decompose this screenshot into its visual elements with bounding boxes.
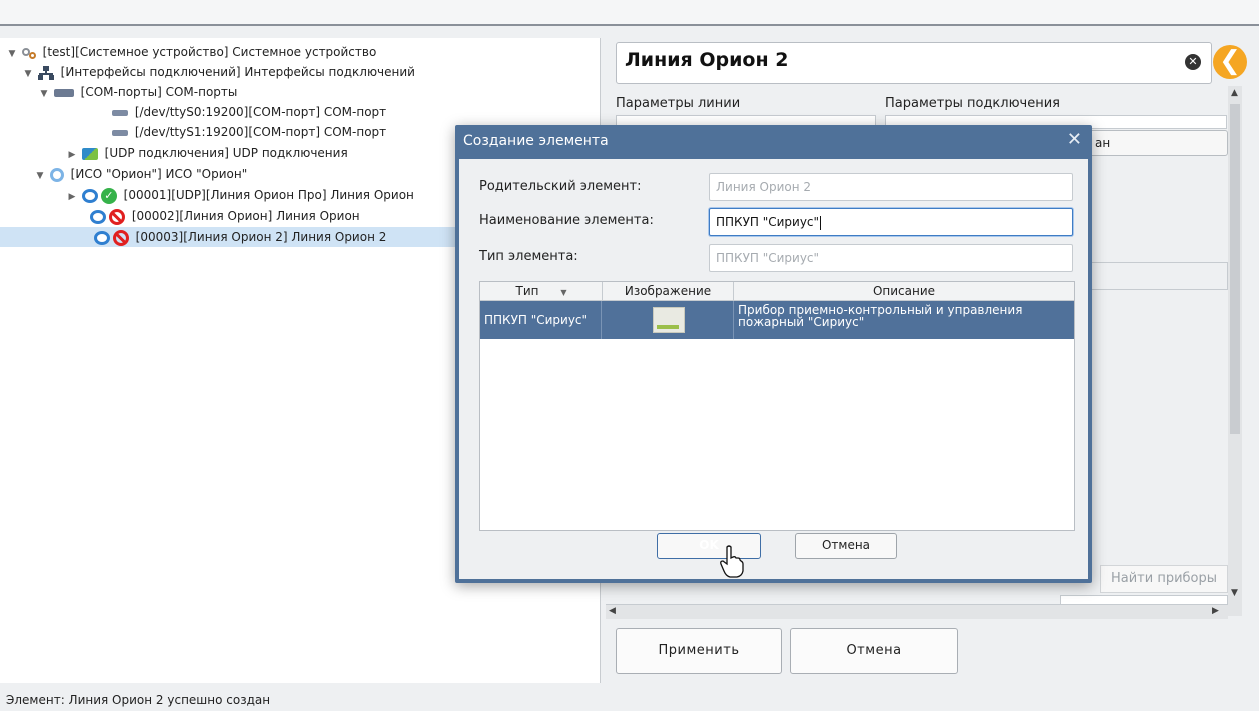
horizontal-scrollbar[interactable]: ◀ ▶ (606, 604, 1228, 619)
parent-value: Линия Орион 2 (716, 180, 811, 194)
tree-item-com-ports[interactable]: ▼ [COM-порты] COM-порты (38, 82, 238, 104)
device-image-icon (653, 307, 685, 333)
scroll-down-icon[interactable]: ▼ (1231, 588, 1238, 598)
expand-arrow-icon[interactable]: ▼ (6, 44, 18, 64)
tree-item-line-00002[interactable]: [00002][Линия Орион] Линия Орион (90, 206, 360, 226)
collapsed-arrow-icon[interactable]: ▶ (66, 145, 78, 165)
type-label: Тип элемента: (479, 249, 578, 264)
column-header-description[interactable]: Описание (734, 282, 1074, 301)
type-field: ППКУП "Сириус" (709, 244, 1073, 272)
tree-item-system-device[interactable]: ▼ [test][Системное устройство] Системное… (6, 42, 377, 64)
tree-item-iso-orion[interactable]: ▼ [ИСО "Орион"] ИСО "Орион" (34, 164, 247, 184)
orion-icon (49, 167, 64, 182)
right-fieldset (1088, 262, 1228, 290)
tree-item-label: [UDP подключения] UDP подключения (104, 146, 348, 160)
dialog-body: Родительский элемент: Линия Орион 2 Наим… (459, 159, 1088, 579)
name-value: ППКУП "Сириус" (716, 215, 820, 229)
connection-button[interactable]: ан (1088, 130, 1228, 156)
create-element-dialog: Создание элемента ✕ Родительский элемент… (455, 125, 1092, 583)
find-devices-label: Найти приборы (1110, 571, 1218, 586)
table-row[interactable]: ППКУП "Сириус" Прибор приемно-контрольны… (480, 301, 1074, 339)
name-input[interactable]: ППКУП "Сириус" (709, 208, 1073, 236)
scroll-right-icon[interactable]: ▶ (1212, 606, 1219, 616)
disabled-icon (112, 229, 129, 246)
hand-cursor-icon (720, 545, 744, 578)
ok-button[interactable]: OK (657, 533, 761, 559)
text-caret (820, 215, 822, 230)
status-text: Элемент: Линия Орион 2 успешно создан (6, 693, 271, 707)
collapsed-arrow-icon[interactable]: ▶ (66, 187, 78, 207)
tree-item-label: [COM-порты] COM-порты (80, 85, 238, 99)
check-icon: ✓ (100, 187, 117, 204)
tree-item-com-ttyS0[interactable]: [/dev/ttyS0:19200][COM-порт] COM-порт (112, 102, 386, 122)
sort-arrow-icon: ▼ (560, 288, 567, 297)
tree-item-label: [test][Системное устройство] Системное у… (42, 45, 377, 59)
network-icon (37, 65, 54, 80)
row-image-cell (603, 301, 734, 339)
expand-arrow-icon[interactable]: ▼ (34, 166, 46, 186)
dialog-cancel-label: Отмена (821, 538, 871, 552)
column-header-image[interactable]: Изображение (603, 282, 734, 301)
column-type-label: Тип (515, 284, 539, 298)
status-bar: Элемент: Линия Орион 2 успешно создан (0, 690, 1236, 711)
udp-icon (81, 147, 98, 160)
tree-item-label: [/dev/ttyS0:19200][COM-порт] COM-порт (134, 105, 387, 119)
back-arrow-icon[interactable]: ❮ (1213, 45, 1247, 79)
line-icon (93, 230, 110, 245)
gears-icon (21, 46, 36, 60)
tree-item-interfaces[interactable]: ▼ [Интерфейсы подключений] Интерфейсы по… (22, 62, 415, 82)
scroll-up-icon[interactable]: ▲ (1231, 88, 1238, 98)
expand-arrow-icon[interactable]: ▼ (38, 84, 50, 104)
dialog-title: Создание элемента (463, 133, 609, 149)
name-label: Наименование элемента: (479, 213, 654, 228)
ok-label: OK (699, 538, 719, 552)
com-port-icon (112, 129, 128, 136)
connection-button-label: ан (1095, 136, 1111, 150)
line-params-label: Параметры линии (616, 96, 741, 111)
dialog-cancel-button[interactable]: Отмена (795, 533, 897, 559)
element-title-field[interactable]: Линия Орион 2 ✕ (616, 42, 1212, 84)
scrollbar-thumb[interactable] (1230, 104, 1240, 434)
conn-params-label: Параметры подключения (885, 96, 1060, 111)
parent-field: Линия Орион 2 (709, 173, 1073, 201)
tree-item-label: [00003][Линия Орион 2] Линия Орион 2 (135, 230, 387, 244)
type-value: ППКУП "Сириус" (716, 251, 820, 265)
tree-item-com-ttyS1[interactable]: [/dev/ttyS1:19200][COM-порт] COM-порт (112, 122, 386, 142)
line-icon (81, 188, 98, 203)
tree-item-label: [Интерфейсы подключений] Интерфейсы подк… (60, 65, 415, 79)
line-icon (90, 209, 106, 224)
row-description-cell: Прибор приемно-контрольный и управления … (738, 303, 1023, 329)
parent-label: Родительский элемент: (479, 179, 642, 194)
apply-button[interactable]: Применить (616, 628, 782, 674)
element-title: Линия Орион 2 (625, 49, 789, 71)
find-devices-button[interactable]: Найти приборы (1100, 565, 1228, 593)
tree-item-udp[interactable]: ▶ [UDP подключения] UDP подключения (66, 143, 348, 163)
cancel-label: Отмена (846, 643, 902, 658)
tree-item-label: [00001][UDP][Линия Орион Про] Линия Орио… (123, 188, 414, 202)
close-icon[interactable]: ✕ (1067, 129, 1082, 150)
vertical-scrollbar[interactable]: ▲ ▼ (1228, 86, 1242, 616)
tree-item-line-00001[interactable]: ▶ ✓ [00001][UDP][Линия Орион Про] Линия … (66, 185, 414, 205)
column-description-label: Описание (872, 284, 936, 298)
com-ports-icon (53, 88, 74, 97)
row-type-cell: ППКУП "Сириус" (480, 301, 602, 339)
clear-icon[interactable]: ✕ (1185, 54, 1201, 70)
column-header-type[interactable]: Тип ▼ (480, 282, 603, 301)
column-image-label: Изображение (624, 284, 712, 298)
expand-arrow-icon[interactable]: ▼ (22, 64, 34, 84)
window-top-bar (0, 0, 1259, 26)
tree-item-label: [00002][Линия Орион] Линия Орион (131, 209, 360, 223)
tree-item-label: [ИСО "Орион"] ИСО "Орион" (70, 167, 248, 181)
tree-item-label: [/dev/ttyS1:19200][COM-порт] COM-порт (134, 125, 387, 139)
scroll-left-icon[interactable]: ◀ (609, 606, 616, 616)
apply-label: Применить (658, 643, 740, 658)
element-type-table[interactable]: Тип ▼ Изображение Описание ППКУП "Сириус… (479, 281, 1075, 531)
cancel-button[interactable]: Отмена (790, 628, 958, 674)
com-port-icon (112, 109, 128, 116)
disabled-icon (109, 208, 125, 225)
